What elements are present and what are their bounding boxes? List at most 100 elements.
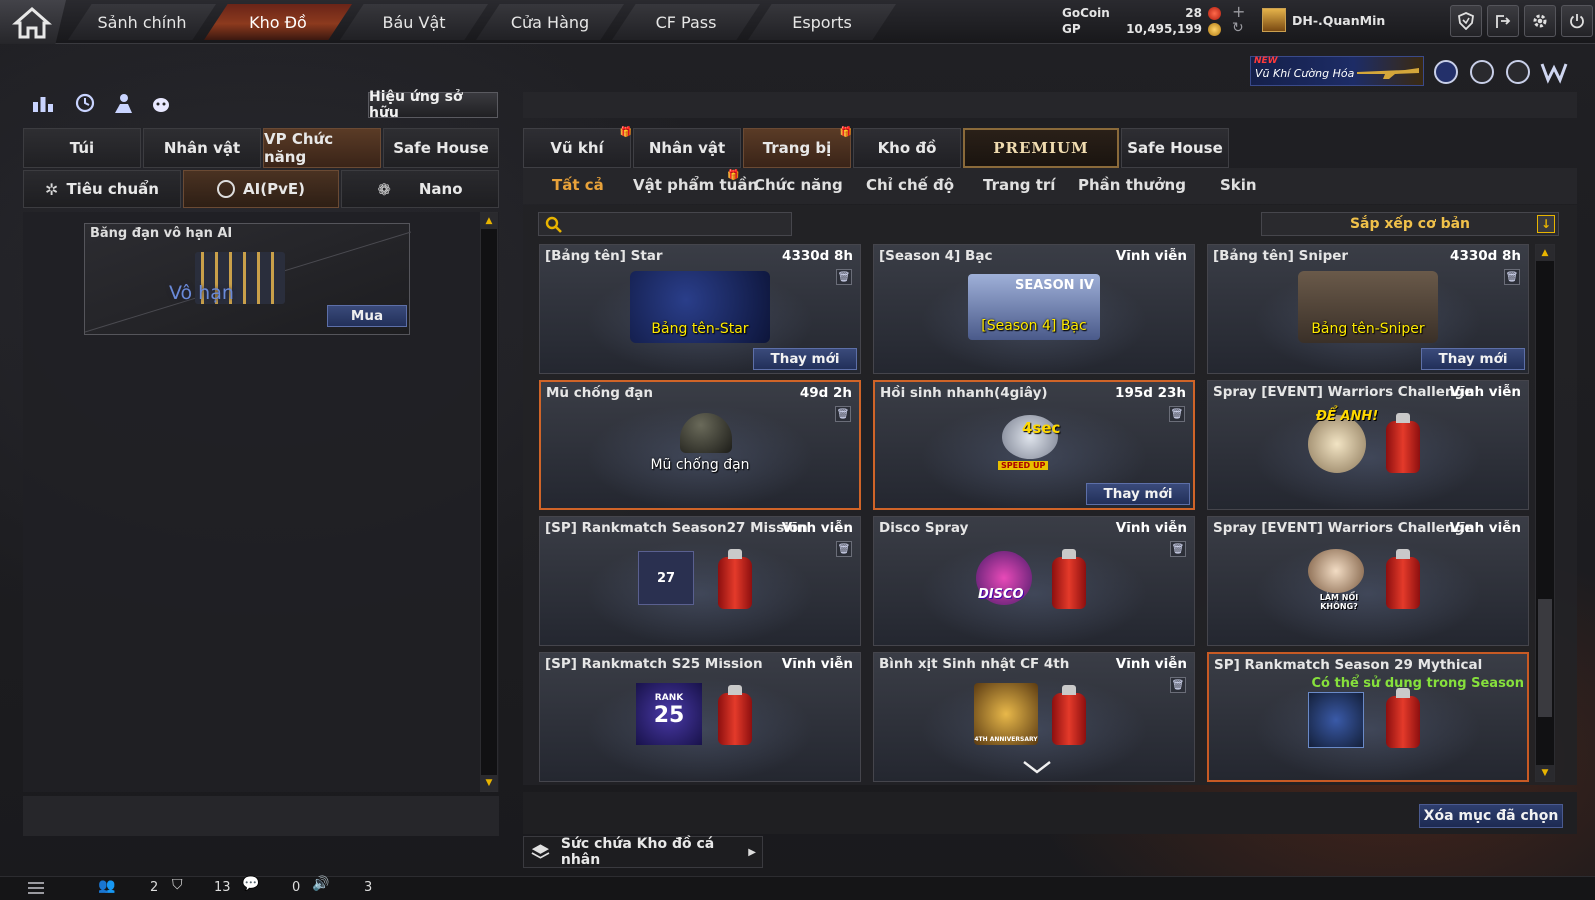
- right-tab-premium[interactable]: PREMIUM: [963, 128, 1119, 168]
- speaker-icon[interactable]: 🔊: [312, 876, 329, 892]
- target-icon[interactable]: [1470, 60, 1494, 84]
- disco-spray-image: DISCO: [964, 543, 1104, 615]
- owned-effects-button[interactable]: Hiệu ứng sở hữu: [368, 89, 498, 121]
- right-tab-nhan-vat[interactable]: Nhân vật: [633, 128, 741, 168]
- filter-tat-ca[interactable]: Tất cả: [552, 176, 604, 194]
- item-card-selected[interactable]: Mũ chống đạn 49d 2h 🗑 Mũ chống đạn: [539, 380, 861, 510]
- item-card[interactable]: [Bảng tên] Star 4330d 8h 🗑 Bảng tên-Star…: [539, 244, 861, 374]
- sparkle-icon: ✲: [45, 179, 59, 199]
- filter-skin[interactable]: Skin: [1220, 176, 1257, 194]
- delete-selected-button[interactable]: Xóa mục đã chọn: [1419, 804, 1563, 828]
- left-tab-tui[interactable]: Túi: [23, 128, 141, 168]
- filter-phan-thuong[interactable]: Phần thưởng: [1078, 176, 1186, 194]
- right-tab-vu-khi[interactable]: Vũ khí 🎁: [523, 127, 632, 168]
- right-tab-safe-house[interactable]: Safe House: [1121, 128, 1229, 168]
- gift-icon: 🎁: [839, 127, 852, 138]
- nav-cf-pass[interactable]: CF Pass: [612, 4, 760, 40]
- item-card[interactable]: SP] Rankmatch Season 29 Mythical Có thể …: [1207, 652, 1529, 782]
- history-icon[interactable]: [72, 92, 98, 114]
- character-icon[interactable]: [110, 92, 136, 114]
- left-scrollbar[interactable]: ▲ ▼: [480, 212, 498, 792]
- exit-arrow-icon: [1496, 15, 1511, 28]
- add-coin-icon[interactable]: +: [1232, 2, 1245, 21]
- buy-button[interactable]: Mua: [327, 305, 407, 327]
- item-card[interactable]: Spray [EVENT] Warriors Challenge Vĩnh vi…: [1207, 380, 1529, 510]
- sort-dropdown[interactable]: Sắp xếp cơ bản ↓: [1261, 212, 1559, 236]
- crossed-tools-icon[interactable]: [1506, 60, 1530, 84]
- w-logo-icon[interactable]: [1540, 60, 1568, 84]
- banner-text: Vũ Khí Cường Hóa: [1255, 67, 1355, 80]
- home-button[interactable]: [0, 0, 66, 44]
- gocoin-icon: [1208, 7, 1221, 20]
- capacity-button[interactable]: Sức chứa Kho đồ cá nhân ▶: [523, 836, 763, 868]
- item-card[interactable]: [Season 4] Bạc Vĩnh viễn SEASON IV [Seas…: [873, 244, 1195, 374]
- left-tab-vp-chuc-nang[interactable]: VP Chức năng: [263, 128, 381, 168]
- v-badge-icon[interactable]: [1434, 60, 1458, 84]
- scroll-up-icon[interactable]: ▲: [1536, 245, 1554, 261]
- refresh-icon[interactable]: ↻: [1232, 20, 1244, 36]
- filter-chi-che-do[interactable]: Chỉ chế độ: [866, 176, 954, 194]
- weapon-upgrade-banner[interactable]: NEW Vũ Khí Cường Hóa: [1250, 56, 1424, 86]
- scroll-down-icon[interactable]: ▼: [480, 775, 498, 791]
- scroll-up-icon[interactable]: ▲: [480, 213, 498, 229]
- rankmatch-s25-image: RANK 25: [630, 679, 770, 751]
- spray-warriors-image: ĐỂ ANH!: [1298, 407, 1438, 479]
- item-card[interactable]: Disco Spray Vĩnh viễn 🗑 DISCO: [873, 516, 1195, 646]
- filter-trang-tri[interactable]: Trang trí: [983, 176, 1055, 194]
- right-tab-kho-do[interactable]: Kho đồ: [853, 128, 961, 168]
- power-button[interactable]: [1561, 5, 1593, 37]
- item-card[interactable]: [Bảng tên] Sniper 4330d 8h 🗑 Bảng tên-Sn…: [1207, 244, 1529, 374]
- bottom-bar: [0, 876, 1595, 900]
- ranking-icon[interactable]: [30, 92, 56, 114]
- expand-arrow-icon[interactable]: ▶: [748, 847, 756, 858]
- trash-icon[interactable]: 🗑: [1504, 269, 1520, 285]
- helmet-icon: [680, 413, 732, 453]
- subtab-ai-pve[interactable]: AI(PvE): [183, 170, 339, 208]
- trash-icon[interactable]: 🗑: [1169, 406, 1185, 422]
- nav-sanh-chinh[interactable]: Sảnh chính: [68, 4, 216, 40]
- item-card[interactable]: [SP] Rankmatch S25 Mission Vĩnh viễn RAN…: [539, 652, 861, 782]
- subtab-tieu-chuan[interactable]: ✲ Tiêu chuẩn: [23, 170, 181, 208]
- chat-icon[interactable]: 💬: [242, 876, 259, 892]
- sort-arrow-icon[interactable]: ↓: [1537, 215, 1555, 233]
- nav-kho-do[interactable]: Kho Đồ: [204, 4, 352, 40]
- scroll-thumb[interactable]: [1538, 599, 1552, 717]
- left-tab-safe-house[interactable]: Safe House: [383, 128, 499, 168]
- item-card[interactable]: Bình xịt Sinh nhật CF 4th Vĩnh viễn 🗑 4T…: [873, 652, 1195, 782]
- clan-button[interactable]: [1450, 5, 1482, 37]
- gp-value: 10,495,199: [1126, 22, 1202, 36]
- trash-icon[interactable]: 🗑: [836, 541, 852, 557]
- filter-chuc-nang[interactable]: Chức năng: [754, 176, 843, 194]
- nav-esports[interactable]: Esports: [748, 4, 896, 40]
- item-card[interactable]: [SP] Rankmatch Season27 Mission Vĩnh viễ…: [539, 516, 861, 646]
- left-tab-nhan-vat[interactable]: Nhân vật: [143, 128, 261, 168]
- search-input[interactable]: [567, 215, 787, 233]
- item-card-selected[interactable]: Hồi sinh nhanh(4giây) 195d 23h 🗑 4sec SP…: [873, 380, 1195, 510]
- clan-shield-icon[interactable]: ⛉: [172, 877, 183, 893]
- exit-room-button[interactable]: [1487, 5, 1519, 37]
- subtab-nano[interactable]: ❁ Nano: [341, 170, 499, 208]
- menu-list-icon[interactable]: [28, 881, 44, 895]
- search-box[interactable]: [538, 212, 792, 236]
- ai-icon: [217, 180, 236, 198]
- left-item-card[interactable]: Băng đạn vô hạn AI Vô hạn Mua: [84, 223, 411, 335]
- trash-icon[interactable]: 🗑: [1170, 677, 1186, 693]
- right-tab-trang-bi[interactable]: Trang bị 🎁: [743, 127, 852, 168]
- trash-icon[interactable]: 🗑: [835, 406, 851, 422]
- replace-button[interactable]: Thay mới: [1421, 348, 1525, 370]
- scroll-down-icon[interactable]: ▼: [1536, 765, 1554, 781]
- pet-icon[interactable]: [148, 92, 174, 114]
- trash-icon[interactable]: 🗑: [836, 269, 852, 285]
- friends-icon[interactable]: 👥: [98, 878, 115, 894]
- trash-icon[interactable]: 🗑: [1170, 541, 1186, 557]
- chevron-down-icon[interactable]: [1022, 759, 1052, 775]
- gocoin-label: GoCoin: [1062, 6, 1110, 20]
- replace-button[interactable]: Thay mới: [1086, 483, 1190, 505]
- replace-button[interactable]: Thay mới: [753, 348, 857, 370]
- item-card[interactable]: Spray [EVENT] Warriors Challenge Vĩnh vi…: [1207, 516, 1529, 646]
- settings-button[interactable]: [1524, 5, 1556, 37]
- right-scrollbar[interactable]: ▲ ▼: [1535, 244, 1555, 782]
- nav-cua-hang[interactable]: Cửa Hàng: [476, 4, 624, 40]
- mythical-badge-icon: [1308, 692, 1364, 748]
- nav-bau-vat[interactable]: Báu Vật: [340, 4, 488, 40]
